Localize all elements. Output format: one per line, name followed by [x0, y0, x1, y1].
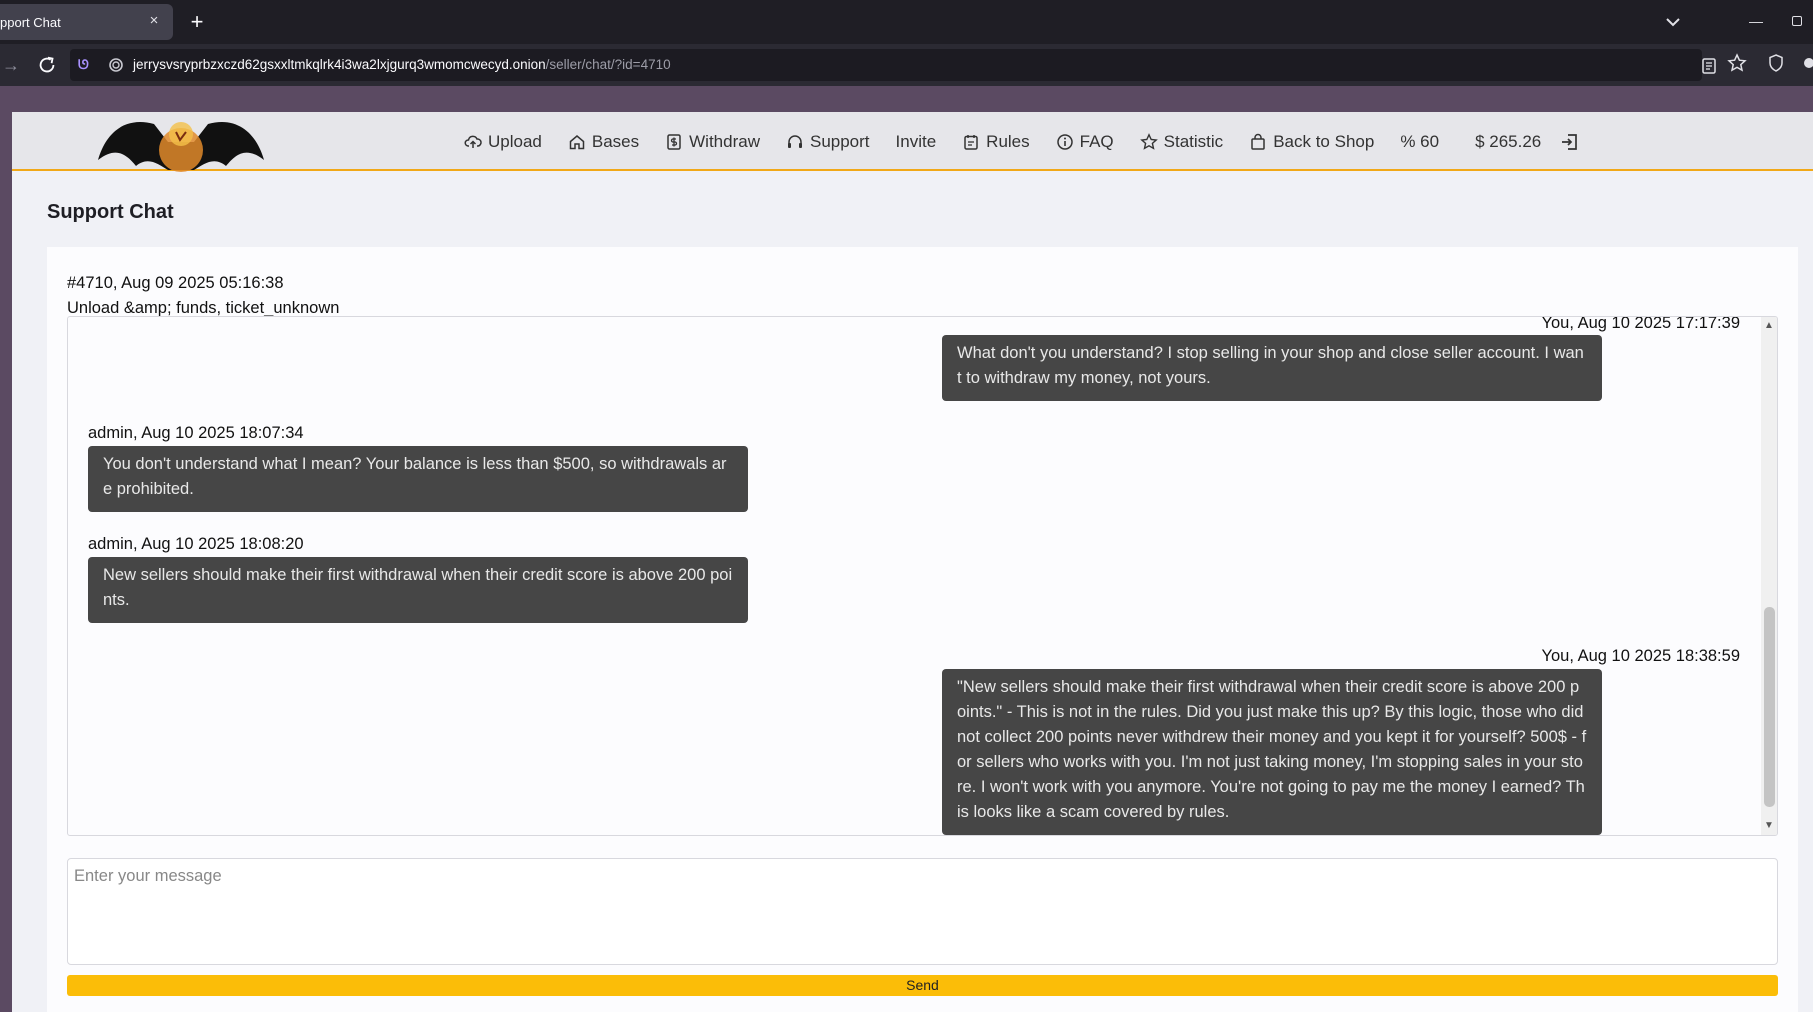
menu-withdraw-label: Withdraw: [689, 131, 760, 151]
menu-invite[interactable]: Invite: [884, 112, 951, 171]
minimize-button[interactable]: —: [1746, 10, 1766, 32]
browser-navbar: → ᘎ jerrysvsryprbzxczd62gsxxltmkqlrk4i3w…: [0, 44, 1813, 86]
browser-tabbar: pport Chat × + —: [0, 0, 1813, 44]
extension-icon[interactable]: ᘎ: [78, 56, 96, 74]
scroll-down-icon[interactable]: ▼: [1761, 819, 1777, 833]
ticket-meta: #4710, Aug 09 2025 05:16:38 Unload &amp;…: [67, 271, 339, 321]
chevron-down-icon[interactable]: [1661, 10, 1685, 34]
site-page: Upload Bases Withdraw Support Invite Rul…: [12, 112, 1813, 1012]
star-icon: [1139, 132, 1158, 150]
message-header: admin, Aug 10 2025 18:08:20: [88, 535, 304, 553]
home-icon: [569, 134, 585, 149]
dollar-doc-icon: [667, 133, 681, 150]
menu-upload-label: Upload: [488, 131, 542, 151]
menu-bases-label: Bases: [591, 131, 640, 151]
logout-icon[interactable]: [1559, 131, 1581, 153]
headset-icon: [787, 134, 802, 148]
menu-upload[interactable]: Upload: [452, 112, 556, 171]
menu-bases[interactable]: Bases: [556, 112, 653, 171]
tab-close-icon[interactable]: ×: [143, 10, 165, 32]
menu-invite-label: Invite: [895, 131, 937, 151]
menu-support[interactable]: Support: [774, 112, 884, 171]
message-bubble-outgoing: "New sellers should make their first wit…: [942, 669, 1602, 835]
shield-icon[interactable]: [1766, 53, 1786, 73]
forward-icon[interactable]: →: [2, 54, 24, 76]
browser-tab[interactable]: pport Chat ×: [0, 4, 173, 40]
balance: $ 265.26: [1453, 112, 1555, 171]
message-input[interactable]: [67, 858, 1778, 965]
chat-scrollbar[interactable]: ▲ ▼: [1761, 317, 1777, 835]
menu-rules-label: Rules: [986, 131, 1030, 151]
rating-percent: % 60: [1388, 112, 1453, 171]
message-header: admin, Aug 10 2025 18:07:34: [88, 424, 304, 442]
menu-withdraw[interactable]: Withdraw: [653, 112, 774, 171]
url-text[interactable]: jerrysvsryprbzxczd62gsxxltmkqlrk4i3wa2lx…: [133, 57, 671, 72]
menu-statistic-label: Statistic: [1163, 131, 1224, 151]
clipboard-icon: [964, 134, 978, 150]
menu-rules[interactable]: Rules: [950, 112, 1043, 171]
scroll-up-icon[interactable]: ▲: [1761, 319, 1777, 333]
url-host: jerrysvsryprbzxczd62gsxxltmkqlrk4i3wa2lx…: [133, 57, 546, 72]
message-bubble-incoming: New sellers should make their first with…: [88, 557, 748, 623]
chat-panel: #4710, Aug 09 2025 05:16:38 Unload &amp;…: [47, 247, 1798, 1012]
menu-faq-label: FAQ: [1079, 131, 1114, 151]
url-path: /seller/chat/?id=4710: [545, 57, 671, 72]
restore-button[interactable]: [1792, 16, 1802, 26]
upload-cloud-icon: [464, 135, 482, 148]
menu-support-label: Support: [809, 131, 870, 151]
site-header: Upload Bases Withdraw Support Invite Rul…: [12, 112, 1813, 172]
rating-percent-value: % 60: [1400, 131, 1440, 151]
menu-statistic[interactable]: Statistic: [1128, 112, 1238, 171]
message-bubble-incoming: You don't understand what I mean? Your b…: [88, 446, 748, 512]
menu-back-to-shop-label: Back to Shop: [1273, 131, 1375, 151]
menu-faq[interactable]: FAQ: [1044, 112, 1128, 171]
main-menu: Upload Bases Withdraw Support Invite Rul…: [452, 112, 1581, 171]
onion-site-icon[interactable]: [108, 57, 124, 73]
message-header: You, Aug 10 2025 18:38:59: [1541, 647, 1741, 665]
scroll-thumb[interactable]: [1764, 607, 1775, 807]
info-icon: [1056, 133, 1073, 150]
menu-back-to-shop[interactable]: Back to Shop: [1237, 112, 1388, 171]
page-title: Support Chat: [47, 201, 174, 223]
tab-title: pport Chat: [0, 15, 61, 30]
bookmark-star-icon[interactable]: [1727, 53, 1747, 73]
ticket-id-date: #4710, Aug 09 2025 05:16:38: [67, 274, 284, 292]
new-tab-button[interactable]: +: [184, 8, 210, 36]
message-header: You, Aug 10 2025 17:17:39: [1541, 316, 1741, 332]
bag-icon: [1251, 133, 1265, 150]
reload-icon[interactable]: [36, 54, 58, 76]
send-button[interactable]: Send: [67, 975, 1778, 996]
extensions-icon[interactable]: [1799, 53, 1813, 73]
logo[interactable]: [96, 112, 266, 182]
message-bubble-outgoing: What don't you understand? I stop sellin…: [942, 335, 1602, 401]
reader-view-icon[interactable]: [1700, 57, 1718, 75]
balance-value: $ 265.26: [1475, 131, 1542, 151]
chat-history[interactable]: You, Aug 10 2025 17:17:39 What don't you…: [67, 316, 1778, 836]
address-bar[interactable]: ᘎ jerrysvsryprbzxczd62gsxxltmkqlrk4i3wa2…: [70, 49, 1716, 81]
